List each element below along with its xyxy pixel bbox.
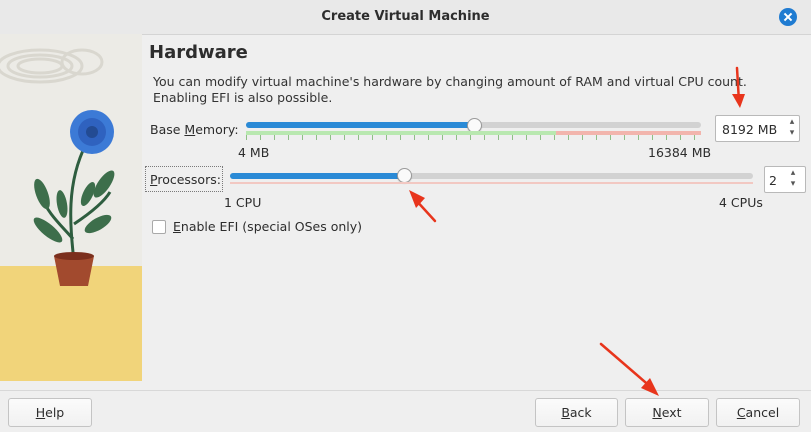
memory-spinbox[interactable]: 8192 MB ▴ ▾ xyxy=(715,115,800,142)
spin-down-icon[interactable]: ▾ xyxy=(787,179,799,189)
wizard-illustration xyxy=(0,34,142,381)
memory-min-label: 4 MB xyxy=(238,145,270,160)
description-line-1: You can modify virtual machine's hardwar… xyxy=(153,74,747,89)
cancel-button[interactable]: Cancel xyxy=(716,398,800,427)
annotation-arrow-icon xyxy=(409,190,437,223)
window-title: Create Virtual Machine xyxy=(321,9,490,24)
memory-max-label: 16384 MB xyxy=(648,145,712,160)
processors-slider-fill xyxy=(230,173,404,179)
efi-checkbox-label[interactable]: Enable EFI (special OSes only) xyxy=(173,219,362,234)
processors-scale xyxy=(230,182,753,184)
flower-pot xyxy=(54,256,94,286)
processors-slider-handle[interactable] xyxy=(397,168,412,183)
back-button[interactable]: Back xyxy=(535,398,618,427)
page-title: Hardware xyxy=(149,42,248,63)
help-button[interactable]: Help xyxy=(8,398,92,427)
title-bar: Create Virtual Machine xyxy=(0,0,811,35)
processors-min-label: 1 CPU xyxy=(224,195,262,210)
close-icon[interactable] xyxy=(779,8,797,26)
processors-spinbox[interactable]: 2 ▴ ▾ xyxy=(764,166,806,193)
processors-max-label: 4 CPUs xyxy=(719,195,763,210)
spin-up-icon[interactable]: ▴ xyxy=(787,168,799,178)
plant-illustration xyxy=(0,34,142,381)
memory-ticks xyxy=(246,135,701,140)
memory-slider-fill xyxy=(246,122,474,128)
spin-up-icon[interactable]: ▴ xyxy=(786,117,798,127)
processors-label: Processors: xyxy=(150,172,221,187)
memory-value[interactable]: 8192 MB xyxy=(722,122,777,137)
page-description: You can modify virtual machine's hardwar… xyxy=(153,74,753,106)
efi-checkbox[interactable] xyxy=(152,220,166,234)
annotation-arrow-icon xyxy=(599,342,659,396)
base-memory-label: Base Memory: xyxy=(150,122,239,137)
blue-flower xyxy=(70,110,114,154)
processors-value[interactable]: 2 xyxy=(769,173,777,188)
next-button[interactable]: Next xyxy=(625,398,709,427)
description-line-2: Enabling EFI is also possible. xyxy=(153,90,333,105)
spin-down-icon[interactable]: ▾ xyxy=(786,128,798,138)
